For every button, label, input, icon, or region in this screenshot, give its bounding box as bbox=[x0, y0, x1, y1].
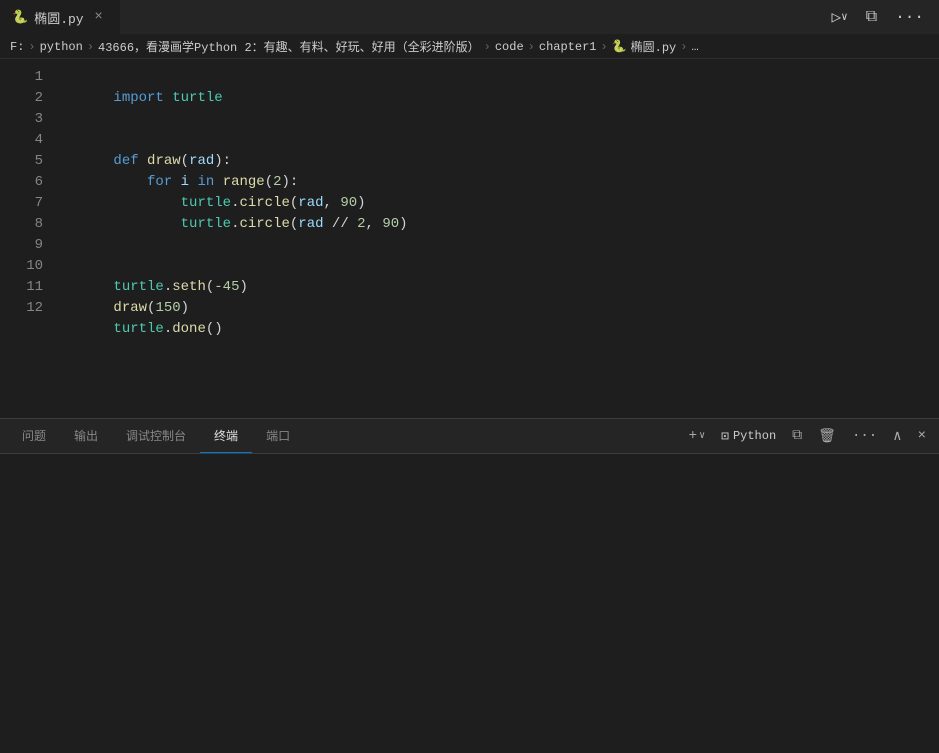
terminal-area[interactable] bbox=[0, 454, 939, 753]
panel-tab-bar: 问题 输出 调试控制台 终端 端口 + ∨ ⊡ Python bbox=[0, 419, 939, 454]
panel: 问题 输出 调试控制台 终端 端口 + ∨ ⊡ Python bbox=[0, 418, 939, 753]
tab-close-button[interactable]: × bbox=[90, 8, 108, 26]
panel-tabs-left: 问题 输出 调试控制台 终端 端口 bbox=[8, 419, 304, 453]
panel-tabs-right: + ∨ ⊡ Python ⧉ 🗑 ··· ∧ × bbox=[684, 426, 931, 447]
split-terminal-button[interactable]: ⧉ bbox=[787, 426, 807, 446]
breadcrumb-chapter[interactable]: chapter1 bbox=[539, 40, 597, 54]
plus-icon: + bbox=[689, 428, 697, 444]
line-numbers: 1 2 3 4 5 6 7 8 9 10 11 12 bbox=[0, 59, 55, 418]
tab-file-icon: 🐍 bbox=[12, 10, 28, 25]
kill-terminal-button[interactable]: 🗑 bbox=[813, 426, 841, 447]
more-icon: ··· bbox=[895, 8, 924, 26]
panel-tab-problems[interactable]: 问题 bbox=[8, 419, 60, 453]
tab-bar: 🐍 椭圆.py × ▷ ∨ ⧉ ··· bbox=[0, 0, 939, 35]
panel-close-button[interactable]: × bbox=[913, 426, 931, 446]
split-icon: ⧉ bbox=[866, 8, 877, 26]
active-tab[interactable]: 🐍 椭圆.py × bbox=[0, 0, 121, 34]
python-label: Python bbox=[733, 429, 776, 443]
terminal-content[interactable] bbox=[0, 454, 939, 753]
run-button[interactable]: ▷ ∨ bbox=[826, 5, 852, 29]
new-terminal-dropdown: ∨ bbox=[699, 430, 705, 442]
panel-more-icon: ··· bbox=[852, 428, 877, 444]
code-editor: 1 2 3 4 5 6 7 8 9 10 11 12 import turtle… bbox=[0, 59, 939, 418]
breadcrumb-drive[interactable]: F: bbox=[10, 40, 24, 54]
panel-tab-debug[interactable]: 调试控制台 bbox=[112, 419, 200, 453]
code-line-4: def draw(rad): bbox=[63, 130, 939, 151]
python-terminal-badge[interactable]: ⊡ Python bbox=[716, 427, 781, 446]
terminal-icon: ⊡ bbox=[721, 429, 729, 444]
up-icon: ∧ bbox=[893, 428, 901, 445]
code-line-12: turtle.done() bbox=[63, 298, 939, 319]
tab-label: 椭圆.py bbox=[34, 8, 83, 27]
run-icon: ▷ bbox=[831, 7, 841, 27]
panel-tab-ports[interactable]: 端口 bbox=[252, 419, 304, 453]
trash-icon: 🗑 bbox=[818, 428, 836, 445]
panel-maximize-button[interactable]: ∧ bbox=[888, 426, 906, 447]
breadcrumb-ellipsis[interactable]: … bbox=[691, 40, 698, 54]
breadcrumb-file[interactable]: 椭圆.py bbox=[631, 38, 677, 55]
new-terminal-button[interactable]: + ∨ bbox=[684, 426, 710, 446]
breadcrumb-code[interactable]: code bbox=[495, 40, 524, 54]
panel-tab-output[interactable]: 输出 bbox=[60, 419, 112, 453]
more-actions-button[interactable]: ··· bbox=[890, 6, 929, 28]
run-dropdown-icon: ∨ bbox=[841, 10, 848, 24]
breadcrumb: F: › python › 43666，看漫画学Python 2：有趣、有料、好… bbox=[0, 35, 939, 59]
code-line-10: turtle.seth(-45) bbox=[63, 256, 939, 277]
panel-tab-terminal[interactable]: 终端 bbox=[200, 419, 252, 453]
breadcrumb-python[interactable]: python bbox=[40, 40, 83, 54]
split-editor-button[interactable]: ⧉ bbox=[861, 6, 882, 28]
breadcrumb-folder[interactable]: 43666，看漫画学Python 2：有趣、有料、好玩、好用（全彩进阶版） bbox=[98, 38, 480, 55]
tab-bar-right: ▷ ∨ ⧉ ··· bbox=[826, 5, 939, 29]
tab-bar-left: 🐍 椭圆.py × bbox=[0, 0, 121, 34]
code-line-1: import turtle bbox=[63, 67, 939, 88]
code-lines[interactable]: import turtle def draw(rad): for i in ra… bbox=[55, 59, 939, 418]
split-terminal-icon: ⧉ bbox=[792, 428, 802, 444]
panel-close-icon: × bbox=[918, 428, 926, 444]
panel-more-button[interactable]: ··· bbox=[847, 426, 882, 446]
code-line-3 bbox=[63, 109, 939, 130]
breadcrumb-file-icon: 🐍 bbox=[612, 39, 627, 54]
code-line-9 bbox=[63, 235, 939, 256]
